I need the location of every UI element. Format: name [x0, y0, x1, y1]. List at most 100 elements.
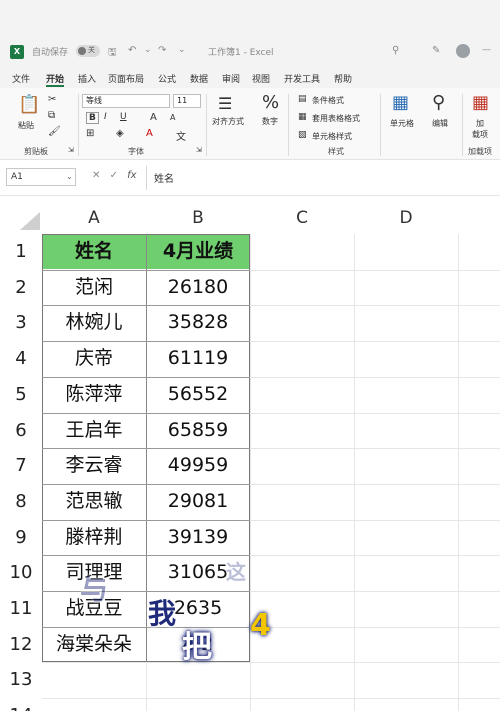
document-title: 工作簿1 - Excel [208, 48, 274, 58]
chevron-down-icon[interactable]: ⌄ [66, 172, 73, 181]
addins-icon[interactable]: ▦ [472, 92, 489, 113]
paste-label[interactable]: 粘贴 [18, 120, 34, 131]
active-tab-indicator [46, 85, 64, 87]
row-header[interactable]: 5 [0, 377, 42, 413]
user-avatar-icon[interactable] [456, 44, 470, 58]
redo-icon[interactable]: ↷ [158, 45, 166, 56]
save-icon[interactable]: 🖫 [108, 45, 117, 62]
italic-button[interactable]: I [104, 112, 107, 122]
addins-label-2[interactable]: 载项 [472, 129, 488, 140]
title-bar: X 自动保存 关 🖫 ↶ ⌄ ↷ ⌄ 工作簿1 - Excel ⚲ ✎ — [0, 38, 500, 66]
cells-icon[interactable]: ▦ [392, 92, 409, 113]
number-label[interactable]: 数字 [262, 116, 278, 127]
gridline [42, 662, 500, 664]
table-divider [42, 448, 250, 450]
row-header[interactable]: 2 [0, 270, 42, 306]
paste-icon[interactable]: 📋 [18, 94, 40, 115]
font-group-label: 字体 [128, 147, 144, 156]
tab-insert[interactable]: 插入 [78, 72, 96, 85]
tab-review[interactable]: 审阅 [222, 72, 240, 85]
format-painter-icon[interactable]: 🖌 [48, 126, 61, 137]
edit-label[interactable]: 编辑 [432, 118, 448, 129]
confirm-icon[interactable]: ✓ [110, 170, 118, 181]
autosave-toggle[interactable]: 关 [76, 45, 100, 57]
ribbon-tabs: 文件 开始 插入 页面布局 公式 数据 审阅 视图 开发工具 帮助 [0, 66, 500, 88]
row-header[interactable]: 1 [0, 234, 42, 270]
divider [462, 94, 463, 156]
formula-input[interactable]: 姓名 [154, 170, 174, 185]
cells-label[interactable]: 单元格 [390, 118, 414, 129]
formula-bar: A1 ⌄ ✕ ✓ fx 姓名 [0, 160, 500, 196]
phonetic-icon[interactable]: 文 [176, 128, 186, 143]
border-icon[interactable]: ⊞ [86, 128, 94, 139]
column-header-b[interactable]: B [146, 206, 250, 230]
tab-file[interactable]: 文件 [12, 72, 30, 85]
top-strip [0, 0, 500, 38]
row-header[interactable]: 14 [0, 698, 42, 711]
bold-button[interactable]: B [86, 112, 99, 124]
tab-data[interactable]: 数据 [190, 72, 208, 85]
font-name-select[interactable]: 等线 [82, 94, 170, 108]
alignment-label[interactable]: 对齐方式 [212, 116, 244, 127]
pen-icon[interactable]: ✎ [432, 45, 440, 56]
row-header[interactable]: 13 [0, 662, 42, 698]
toggle-knob [78, 47, 86, 55]
select-all-corner[interactable] [20, 212, 40, 230]
font-color-icon[interactable]: A [146, 128, 153, 139]
clipboard-group-label: 剪贴板 [24, 147, 48, 156]
percent-icon[interactable]: % [262, 92, 279, 113]
more-icon[interactable]: ⌄ [178, 45, 186, 55]
tab-formulas[interactable]: 公式 [158, 72, 176, 85]
cell-styles-icon[interactable]: ▧ [298, 130, 307, 140]
table-divider [42, 341, 250, 343]
cell-styles-button[interactable]: 单元格样式 [312, 131, 352, 142]
font-size-select[interactable]: 11 [173, 94, 201, 108]
row-header[interactable]: 12 [0, 627, 42, 663]
conditional-format-button[interactable]: 条件格式 [312, 95, 344, 106]
column-header-a[interactable]: A [42, 206, 146, 230]
row-header[interactable]: 3 [0, 305, 42, 341]
copy-icon[interactable]: ⧉ [48, 110, 55, 121]
font-grow-icon[interactable]: A [150, 112, 157, 123]
autosave-state: 关 [88, 46, 95, 54]
tab-help[interactable]: 帮助 [334, 72, 352, 85]
row-header[interactable]: 8 [0, 484, 42, 520]
row-header[interactable]: 11 [0, 591, 42, 627]
conditional-format-icon[interactable]: ▤ [298, 94, 307, 104]
row-header[interactable]: 7 [0, 448, 42, 484]
table-divider [42, 483, 250, 485]
minimize-icon[interactable]: — [482, 45, 491, 55]
tab-developer[interactable]: 开发工具 [284, 72, 320, 85]
font-shrink-icon[interactable]: A [170, 113, 175, 122]
align-icon[interactable]: ☰ [218, 94, 232, 113]
font-dialog-icon[interactable]: ⇲ [196, 146, 202, 154]
tab-view[interactable]: 视图 [252, 72, 270, 85]
cut-icon[interactable]: ✂ [48, 94, 56, 105]
format-as-table-button[interactable]: 套用表格格式 [312, 113, 360, 124]
row-header[interactable]: 10 [0, 555, 42, 591]
underline-button[interactable]: U [120, 112, 127, 122]
tab-home[interactable]: 开始 [46, 72, 64, 85]
row-header[interactable]: 4 [0, 341, 42, 377]
row-header[interactable]: 6 [0, 413, 42, 449]
cancel-icon[interactable]: ✕ [92, 170, 100, 181]
fill-color-icon[interactable]: ◈ [116, 128, 124, 139]
tab-page-layout[interactable]: 页面布局 [108, 72, 144, 85]
dialog-launcher-icon[interactable]: ⇲ [68, 146, 74, 154]
table-format-icon[interactable]: ▦ [298, 112, 307, 122]
overlay-caption-2: 我 [148, 597, 177, 630]
fx-button[interactable]: fx [127, 170, 136, 181]
addins-group-label: 加载项 [468, 147, 492, 156]
divider [206, 94, 207, 156]
chevron-down-icon[interactable]: ⌄ [144, 45, 152, 55]
divider [78, 94, 79, 156]
table-divider [42, 626, 250, 628]
column-header-c[interactable]: C [250, 206, 354, 230]
formula-icons: ✕ ✓ fx [92, 170, 137, 181]
search-icon[interactable]: ⚲ [432, 92, 445, 113]
row-header[interactable]: 9 [0, 520, 42, 556]
undo-icon[interactable]: ↶ [128, 45, 136, 56]
column-header-d[interactable]: D [354, 206, 458, 230]
addins-label-1[interactable]: 加 [476, 118, 484, 129]
search-icon[interactable]: ⚲ [392, 45, 399, 56]
